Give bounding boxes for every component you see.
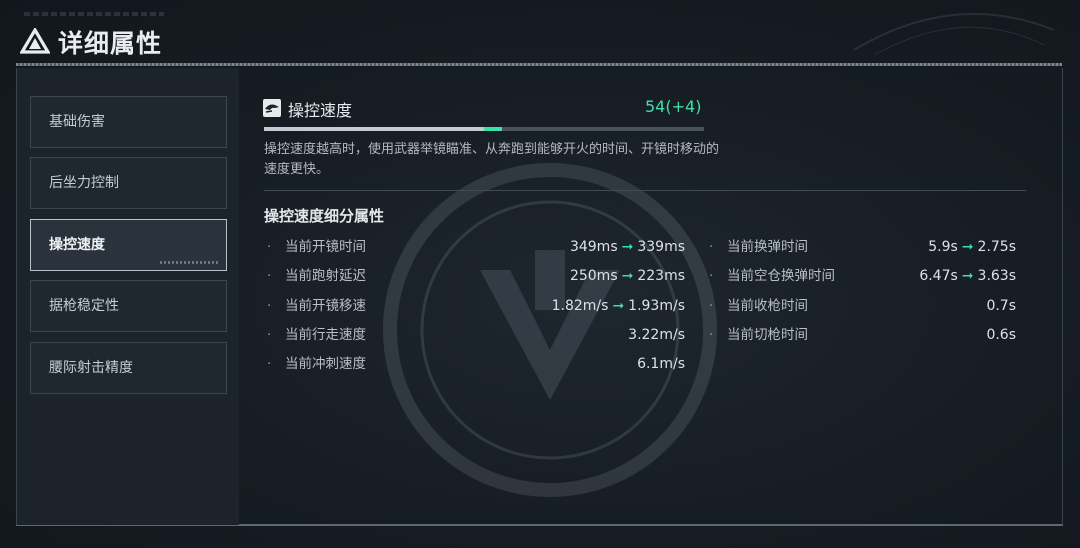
header-decoration (24, 12, 164, 16)
breakdown-value: 0.7s (986, 298, 1016, 314)
breakdown-row: · 当前切枪时间 0.6s (709, 327, 1016, 343)
breakdown-label: 当前空仓换弹时间 (727, 268, 835, 284)
stat-name: 操控速度 (288, 101, 353, 120)
stat-description: 操控速度越高时，使用武器举镜瞄准、从奔跑到能够开火的时间、开镜时移动的速度更快。 (264, 142, 720, 177)
breakdown-value: 6.47s ➞ 3.63s (919, 268, 1016, 284)
breakdown-label: 当前切枪时间 (727, 327, 808, 343)
sidebar-item-base-damage[interactable]: 基础伤害 (30, 96, 227, 148)
triangle-a-logo-icon (20, 28, 50, 54)
stat-progress-bonus (484, 127, 502, 131)
section-divider (264, 190, 1026, 191)
detail-attributes-screen: 详细属性 基础伤害 后坐力控制 操控速度 据枪稳定性 腰际射击精度 操控速度 5… (0, 0, 1080, 548)
breakdown-value: 250ms ➞ 223ms (569, 268, 685, 284)
content-panel: 操控速度 54(+4) 操控速度越高时，使用武器举镜瞄准、从奔跑到能够开火的时间… (240, 68, 1062, 525)
sidebar-item-recoil-control[interactable]: 后坐力控制 (30, 157, 227, 209)
stat-progress-base (264, 127, 484, 131)
arrow-right-icon: ➞ (621, 268, 634, 284)
sidebar-item-label: 基础伤害 (49, 114, 105, 130)
arrow-right-icon: ➞ (961, 239, 974, 255)
breakdown-value: 0.6s (986, 327, 1016, 343)
breakdown-label: 当前开镜时间 (285, 239, 366, 255)
breakdown-row: · 当前跑射延迟 250ms ➞ 223ms (267, 268, 685, 284)
header-divider (16, 63, 1062, 66)
breakdown-row: · 当前开镜移速 1.82m/s ➞ 1.93m/s (267, 298, 685, 314)
sidebar: 基础伤害 后坐力控制 操控速度 据枪稳定性 腰际射击精度 (17, 68, 239, 525)
breakdown-row: · 当前收枪时间 0.7s (709, 298, 1016, 314)
arrow-right-icon: ➞ (612, 298, 625, 314)
breakdown-value: 3.22m/s (628, 327, 685, 343)
sidebar-item-label: 据枪稳定性 (49, 298, 119, 314)
breakdown-title: 操控速度细分属性 (264, 207, 385, 225)
page-title: 详细属性 (58, 29, 163, 58)
stat-progress-bar (264, 127, 704, 131)
breakdown-label: 当前换弹时间 (727, 239, 808, 255)
breakdown-label: 当前冲刺速度 (285, 356, 366, 372)
breakdown-row: · 当前换弹时间 5.9s ➞ 2.75s (709, 239, 1016, 255)
breakdown-value: 5.9s ➞ 2.75s (928, 239, 1016, 255)
breakdown-row: · 当前开镜时间 349ms ➞ 339ms (267, 239, 685, 255)
breakdown-value: 349ms ➞ 339ms (569, 239, 685, 255)
breakdown-label: 当前开镜移速 (285, 298, 366, 314)
breakdown-label: 当前跑射延迟 (285, 268, 366, 284)
arrow-right-icon: ➞ (961, 268, 974, 284)
sidebar-item-label: 操控速度 (49, 237, 105, 253)
sidebar-item-hipfire-accuracy[interactable]: 腰际射击精度 (30, 342, 227, 394)
breakdown-row: · 当前冲刺速度 6.1m/s (267, 356, 685, 372)
breakdown-value: 1.82m/s ➞ 1.93m/s (551, 298, 685, 314)
corner-decoration (853, 13, 1055, 56)
hand-speed-icon (263, 99, 281, 117)
sidebar-item-aim-stability[interactable]: 据枪稳定性 (30, 280, 227, 332)
sidebar-item-label: 腰际射击精度 (49, 360, 133, 376)
breakdown-value: 6.1m/s (637, 356, 685, 372)
breakdown-row: · 当前空仓换弹时间 6.47s ➞ 3.63s (709, 268, 1016, 284)
breakdown-label: 当前行走速度 (285, 327, 366, 343)
sidebar-item-handling-speed[interactable]: 操控速度 (30, 219, 227, 271)
breakdown-label: 当前收枪时间 (727, 298, 808, 314)
arrow-right-icon: ➞ (621, 239, 634, 255)
sidebar-item-label: 后坐力控制 (49, 175, 119, 191)
stat-value: 54(+4) (645, 97, 702, 116)
breakdown-row: · 当前行走速度 3.22m/s (267, 327, 685, 343)
